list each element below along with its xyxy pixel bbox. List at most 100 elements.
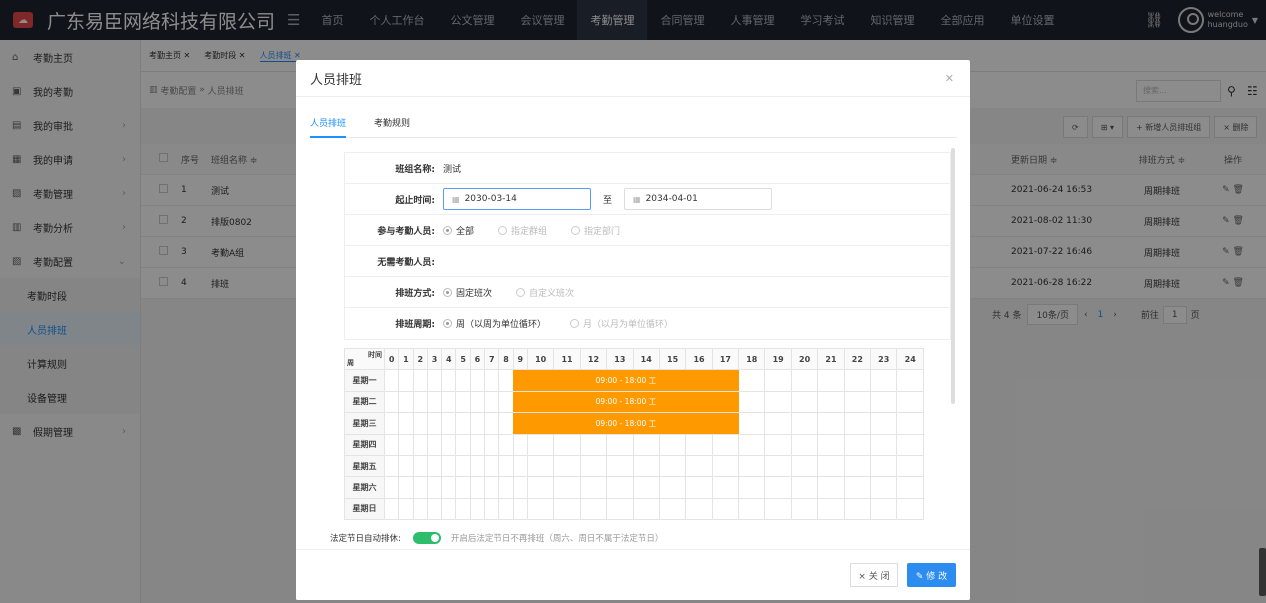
schedule-cell[interactable] — [484, 433, 500, 456]
schedule-cell[interactable] — [606, 433, 634, 456]
radio-fixed-shift[interactable]: 固定班次 — [443, 286, 492, 299]
side-panel-handle[interactable] — [1259, 548, 1266, 596]
schedule-cell[interactable] — [553, 454, 581, 478]
tab-staff-scheduling[interactable]: 人员排班 — [310, 116, 347, 138]
schedule-cell[interactable] — [455, 412, 471, 435]
schedule-cell[interactable] — [512, 476, 528, 499]
schedule-cell[interactable] — [412, 433, 428, 456]
schedule-cell[interactable] — [412, 412, 428, 435]
schedule-cell[interactable] — [484, 369, 500, 392]
schedule-cell[interactable] — [498, 497, 514, 521]
tab-attendance-rules[interactable]: 考勤规则 — [374, 116, 410, 138]
schedule-cell[interactable] — [685, 476, 713, 499]
schedule-cell[interactable] — [469, 454, 486, 478]
schedule-cell[interactable] — [738, 390, 766, 414]
schedule-cell[interactable] — [790, 390, 819, 414]
schedule-cell[interactable] — [383, 497, 400, 521]
schedule-cell[interactable] — [606, 497, 634, 521]
schedule-cell[interactable] — [738, 412, 766, 435]
schedule-cell[interactable] — [484, 454, 500, 478]
schedule-cell[interactable] — [658, 433, 687, 456]
schedule-cell[interactable] — [764, 476, 792, 499]
schedule-cell[interactable] — [455, 476, 471, 499]
schedule-cell[interactable] — [817, 476, 845, 499]
schedule-cell[interactable] — [383, 369, 400, 392]
schedule-cell[interactable] — [441, 476, 457, 499]
schedule-cell[interactable] — [579, 476, 608, 499]
schedule-cell[interactable] — [711, 433, 740, 456]
schedule-cell[interactable] — [526, 497, 555, 521]
schedule-cell[interactable] — [711, 454, 740, 478]
schedule-cell[interactable] — [412, 476, 428, 499]
start-date-input[interactable]: ▦ 2030-03-14 — [443, 188, 591, 210]
schedule-cell[interactable] — [498, 412, 514, 435]
schedule-cell[interactable] — [606, 454, 634, 478]
schedule-cell[interactable] — [738, 497, 766, 521]
schedule-cell[interactable] — [553, 497, 581, 521]
schedule-cell[interactable] — [843, 433, 872, 456]
schedule-cell[interactable] — [738, 454, 766, 478]
schedule-cell[interactable] — [685, 454, 713, 478]
radio-monthly[interactable]: 月（以月为单位循环） — [570, 317, 673, 330]
schedule-cell[interactable] — [441, 390, 457, 414]
schedule-cell[interactable] — [526, 433, 555, 456]
schedule-cell[interactable] — [738, 433, 766, 456]
schedule-cell[interactable] — [579, 454, 608, 478]
holiday-toggle[interactable] — [412, 532, 441, 544]
schedule-cell[interactable] — [843, 390, 872, 414]
schedule-cell[interactable] — [896, 476, 924, 499]
close-button[interactable]: × 关 闭 — [850, 563, 898, 587]
schedule-cell[interactable] — [764, 497, 792, 521]
schedule-cell[interactable] — [658, 454, 687, 478]
schedule-cell[interactable] — [455, 433, 471, 456]
shift-block[interactable]: 09:00 - 18:00 工 — [513, 391, 739, 413]
schedule-cell[interactable] — [455, 369, 471, 392]
schedule-cell[interactable] — [843, 497, 872, 521]
schedule-cell[interactable] — [469, 412, 486, 435]
radio-all[interactable]: 全部 — [443, 224, 474, 237]
schedule-cell[interactable] — [426, 390, 443, 414]
schedule-cell[interactable] — [896, 412, 924, 435]
schedule-cell[interactable] — [383, 476, 400, 499]
schedule-cell[interactable] — [658, 476, 687, 499]
schedule-cell[interactable] — [526, 476, 555, 499]
schedule-cell[interactable] — [896, 369, 924, 392]
schedule-cell[interactable] — [632, 476, 660, 499]
schedule-cell[interactable] — [711, 476, 740, 499]
schedule-cell[interactable] — [817, 412, 845, 435]
schedule-cell[interactable] — [498, 454, 514, 478]
schedule-cell[interactable] — [658, 497, 687, 521]
close-icon[interactable]: ✕ — [945, 72, 954, 85]
schedule-cell[interactable] — [441, 497, 457, 521]
shift-block[interactable]: 09:00 - 18:00 工 — [513, 370, 739, 391]
schedule-cell[interactable] — [632, 433, 660, 456]
schedule-cell[interactable] — [685, 497, 713, 521]
schedule-cell[interactable] — [738, 369, 766, 392]
schedule-cell[interactable] — [498, 369, 514, 392]
schedule-cell[interactable] — [426, 412, 443, 435]
schedule-cell[interactable] — [512, 433, 528, 456]
schedule-cell[interactable] — [426, 369, 443, 392]
schedule-cell[interactable] — [843, 412, 872, 435]
schedule-cell[interactable] — [764, 412, 792, 435]
schedule-cell[interactable] — [764, 433, 792, 456]
schedule-cell[interactable] — [606, 476, 634, 499]
schedule-cell[interactable] — [817, 497, 845, 521]
schedule-cell[interactable] — [441, 433, 457, 456]
schedule-cell[interactable] — [484, 497, 500, 521]
schedule-cell[interactable] — [870, 497, 898, 521]
schedule-cell[interactable] — [412, 454, 428, 478]
schedule-cell[interactable] — [579, 497, 608, 521]
schedule-cell[interactable] — [817, 390, 845, 414]
schedule-cell[interactable] — [764, 369, 792, 392]
schedule-cell[interactable] — [441, 369, 457, 392]
schedule-cell[interactable] — [553, 476, 581, 499]
schedule-cell[interactable] — [870, 369, 898, 392]
radio-specified-dept[interactable]: 指定部门 — [571, 224, 620, 237]
schedule-cell[interactable] — [469, 390, 486, 414]
schedule-cell[interactable] — [870, 476, 898, 499]
schedule-cell[interactable] — [896, 497, 924, 521]
schedule-cell[interactable] — [398, 433, 414, 456]
schedule-cell[interactable] — [896, 433, 924, 456]
schedule-cell[interactable] — [484, 476, 500, 499]
